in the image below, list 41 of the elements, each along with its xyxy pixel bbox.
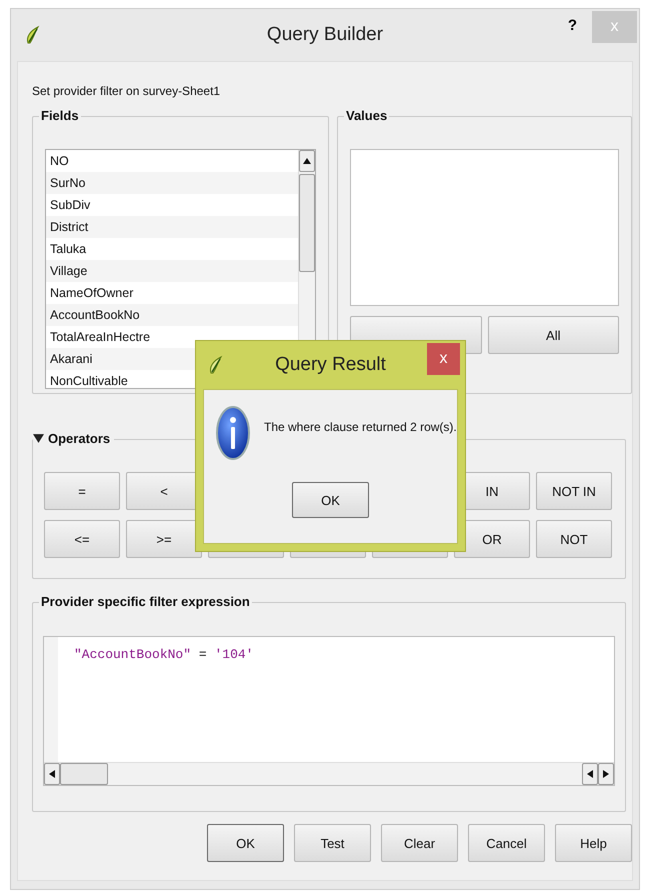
left-arrow-icon xyxy=(587,770,593,778)
operator-button[interactable]: >= xyxy=(126,520,202,558)
group-title: Provider specific filter expression xyxy=(39,594,252,609)
ok-button[interactable]: OK xyxy=(292,482,369,518)
operator-button[interactable]: NOT xyxy=(536,520,612,558)
close-button[interactable]: x xyxy=(427,343,460,375)
group-title: Values xyxy=(344,108,390,123)
filter-caption: Set provider filter on survey-Sheet1 xyxy=(32,84,222,98)
help-button[interactable]: ? xyxy=(568,17,577,34)
expression-editor[interactable]: "AccountBookNo" = '104' xyxy=(43,636,615,786)
operator-button[interactable]: = xyxy=(44,472,120,510)
group-title: Operators xyxy=(48,431,114,446)
field-item[interactable]: NO xyxy=(46,150,298,172)
all-button[interactable]: All xyxy=(488,316,620,354)
dialog-button[interactable]: Cancel xyxy=(468,824,545,862)
info-icon xyxy=(216,406,250,460)
scroll-thumb[interactable] xyxy=(298,174,315,272)
field-item[interactable]: District xyxy=(46,216,298,238)
right-arrow-icon xyxy=(603,770,609,778)
dialog-button[interactable]: Clear xyxy=(381,824,458,862)
operator-button[interactable]: NOT IN xyxy=(536,472,612,510)
left-arrow-icon xyxy=(49,770,55,778)
scroll-thumb[interactable] xyxy=(60,763,108,785)
window-title: Query Builder xyxy=(266,24,384,46)
field-item[interactable]: SurNo xyxy=(46,172,298,194)
group-title: Fields xyxy=(39,108,81,123)
leaf-pencil-icon xyxy=(25,25,41,45)
horizontal-scrollbar[interactable] xyxy=(44,762,614,785)
up-arrow-icon xyxy=(302,158,311,164)
dialog-button[interactable]: Test xyxy=(294,824,371,862)
dialog-button[interactable]: OK xyxy=(207,824,284,862)
field-item[interactable]: Taluka xyxy=(46,238,298,260)
field-item[interactable]: NameOfOwner xyxy=(46,282,298,304)
leaf-pencil-icon xyxy=(208,355,224,375)
field-item[interactable]: TotalAreaInHectre xyxy=(46,326,298,348)
operator-button[interactable]: <= xyxy=(44,520,120,558)
field-item[interactable]: SubDiv xyxy=(46,194,298,216)
field-item[interactable]: AccountBookNo xyxy=(46,304,298,326)
field-item[interactable]: Village xyxy=(46,260,298,282)
dialog-button[interactable]: Help xyxy=(555,824,632,862)
result-message: The where clause returned 2 row(s). xyxy=(264,420,457,436)
